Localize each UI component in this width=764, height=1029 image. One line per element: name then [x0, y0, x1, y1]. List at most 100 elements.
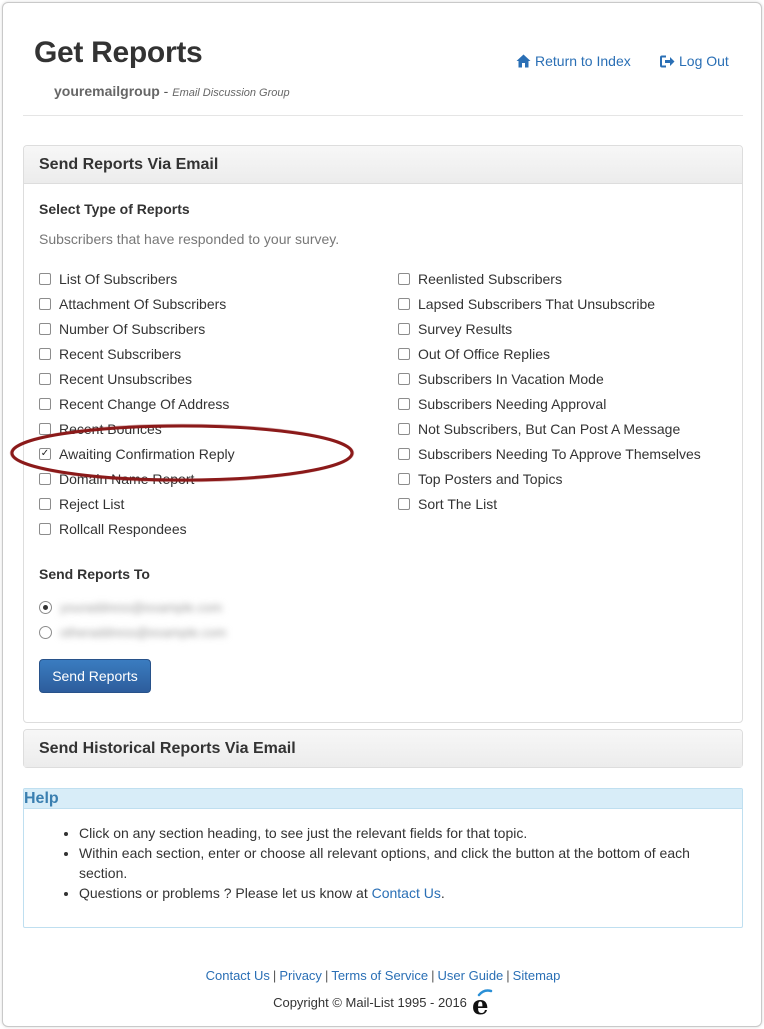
report-option-checkbox[interactable]	[398, 347, 410, 360]
footer-link-contact-us[interactable]: Contact Us	[206, 968, 270, 983]
report-option-label: Top Posters and Topics	[418, 470, 563, 487]
footer-link-user-guide[interactable]: User Guide	[438, 968, 504, 983]
footer-links: Contact Us | Privacy | Terms of Service | User…	[3, 968, 761, 983]
recipient-email-2: otheraddress@example.com	[60, 625, 227, 640]
report-option-label: Rollcall Respondees	[59, 520, 187, 537]
help-box: Help Click on any section heading, to se…	[23, 788, 743, 928]
header-divider	[23, 115, 743, 116]
page-title: Get Reports	[34, 36, 203, 69]
report-option[interactable]: Subscribers In Vacation Mode	[398, 366, 743, 391]
report-option[interactable]: Not Subscribers, But Can Post A Message	[398, 416, 743, 441]
radio-selected-dot	[43, 605, 48, 610]
logout-icon	[660, 55, 675, 67]
report-option-checkbox[interactable]	[39, 497, 51, 510]
help-heading: Help	[24, 789, 742, 809]
group-subtitle: youremailgroup - Email Discussion Group	[54, 83, 290, 99]
report-option-label: Survey Results	[418, 320, 513, 337]
report-option-checkbox[interactable]	[398, 422, 410, 435]
report-option-label: Out Of Office Replies	[418, 345, 551, 362]
report-option[interactable]: Attachment Of Subscribers	[39, 291, 379, 316]
report-option[interactable]: Survey Results	[398, 316, 743, 341]
report-option-checkbox[interactable]	[39, 297, 51, 310]
report-option-checkbox[interactable]	[39, 272, 51, 285]
help-item-suffix: .	[440, 885, 445, 901]
report-option[interactable]: Recent Unsubscribes	[39, 366, 379, 391]
send-to-label: Send Reports To	[39, 566, 150, 582]
help-item: Within each section, enter or choose all…	[79, 843, 742, 883]
report-option-checkbox[interactable]	[398, 497, 410, 510]
log-out-link[interactable]: Log Out	[660, 53, 729, 69]
historical-reports-panel-heading[interactable]: Send Historical Reports Via Email	[24, 730, 742, 767]
report-option-checkbox[interactable]	[39, 347, 51, 360]
footer-link-sitemap[interactable]: Sitemap	[513, 968, 561, 983]
report-option[interactable]: Subscribers Needing Approval	[398, 391, 743, 416]
recipient-radio-2[interactable]	[39, 626, 52, 639]
report-option-checkbox[interactable]	[398, 447, 410, 460]
return-to-index-link[interactable]: Return to Index	[516, 53, 631, 69]
report-option[interactable]: Lapsed Subscribers That Unsubscribe	[398, 291, 743, 316]
report-option[interactable]: Reenlisted Subscribers	[398, 266, 743, 291]
recipient-option-1[interactable]: youraddress@example.com	[39, 600, 222, 615]
report-option-checkbox[interactable]	[39, 372, 51, 385]
report-option-label: Subscribers In Vacation Mode	[418, 370, 604, 387]
footer-separator: |	[272, 968, 277, 983]
report-option-checkbox[interactable]	[398, 272, 410, 285]
report-option-label: Reject List	[59, 495, 125, 512]
send-reports-panel-heading[interactable]: Send Reports Via Email	[24, 146, 742, 184]
help-list: Click on any section heading, to see jus…	[24, 809, 742, 903]
report-option-label: Lapsed Subscribers That Unsubscribe	[418, 295, 656, 312]
return-to-index-label: Return to Index	[535, 53, 631, 69]
report-option-label: Recent Change Of Address	[59, 395, 230, 412]
help-item-text: Questions or problems ? Please let us kn…	[79, 885, 372, 901]
home-icon	[516, 54, 531, 68]
copyright-text: Copyright © Mail-List 1995 - 2016	[273, 994, 467, 1010]
report-option[interactable]: Number Of Subscribers	[39, 316, 379, 341]
recipient-option-2[interactable]: otheraddress@example.com	[39, 625, 226, 640]
report-option[interactable]: Top Posters and Topics	[398, 466, 743, 491]
report-option-checkbox[interactable]	[398, 472, 410, 485]
report-option-label: Sort The List	[418, 495, 498, 512]
report-option-label: Attachment Of Subscribers	[59, 295, 227, 312]
report-option-checkbox[interactable]	[39, 522, 51, 535]
help-item: Questions or problems ? Please let us kn…	[79, 883, 742, 903]
report-option-checkbox[interactable]	[39, 397, 51, 410]
log-out-label: Log Out	[679, 53, 729, 69]
report-type-label: Select Type of Reports	[39, 201, 190, 217]
footer-separator: |	[431, 968, 435, 983]
send-reports-button[interactable]: Send Reports	[39, 659, 151, 693]
footer-separator: |	[324, 968, 329, 983]
report-option-checkbox[interactable]	[398, 322, 410, 335]
footer-link-terms[interactable]: Terms of Service	[331, 968, 428, 983]
report-option-checkbox[interactable]	[39, 322, 51, 335]
help-item: Click on any section heading, to see jus…	[79, 823, 742, 843]
report-option-label: Number Of Subscribers	[59, 320, 206, 337]
footer-link-privacy[interactable]: Privacy	[279, 968, 322, 983]
report-option-label: Recent Subscribers	[59, 345, 182, 362]
report-option-checkbox[interactable]	[398, 372, 410, 385]
historical-reports-panel: Send Historical Reports Via Email	[23, 729, 743, 768]
highlight-ellipse-annotation	[9, 423, 355, 483]
recipient-radio-1[interactable]	[39, 601, 52, 614]
report-option[interactable]: Recent Subscribers	[39, 341, 379, 366]
report-option[interactable]: Subscribers Needing To Approve Themselve…	[398, 441, 743, 466]
report-option-checkbox[interactable]	[398, 397, 410, 410]
report-option[interactable]: List Of Subscribers	[39, 266, 379, 291]
report-option-label: Not Subscribers, But Can Post A Message	[418, 420, 681, 437]
group-description: Email Discussion Group	[172, 87, 290, 99]
report-option[interactable]: Reject List	[39, 491, 379, 516]
report-option[interactable]: Sort The List	[398, 491, 743, 516]
maillist-logo-icon: e	[472, 989, 493, 1016]
recipient-email-1: youraddress@example.com	[60, 600, 223, 615]
report-option-label: List Of Subscribers	[59, 270, 178, 287]
report-option-checkbox[interactable]	[398, 297, 410, 310]
report-options-right-column: Reenlisted Subscribers Lapsed Subscribers…	[398, 266, 743, 516]
footer-separator: |	[506, 968, 510, 983]
report-option[interactable]: Rollcall Respondees	[39, 516, 379, 541]
report-option[interactable]: Out Of Office Replies	[398, 341, 743, 366]
report-type-description: Subscribers that have responded to your …	[39, 231, 340, 247]
report-option[interactable]: Recent Change Of Address	[39, 391, 379, 416]
help-contact-us-link[interactable]: Contact Us	[372, 885, 441, 901]
report-option-label: Subscribers Needing To Approve Themselve…	[418, 445, 701, 462]
copyright-row: Copyright © Mail-List 1995 - 2016 e	[3, 988, 761, 1016]
page-frame: Get Reports youremailgroup - Email Discu…	[2, 2, 762, 1027]
